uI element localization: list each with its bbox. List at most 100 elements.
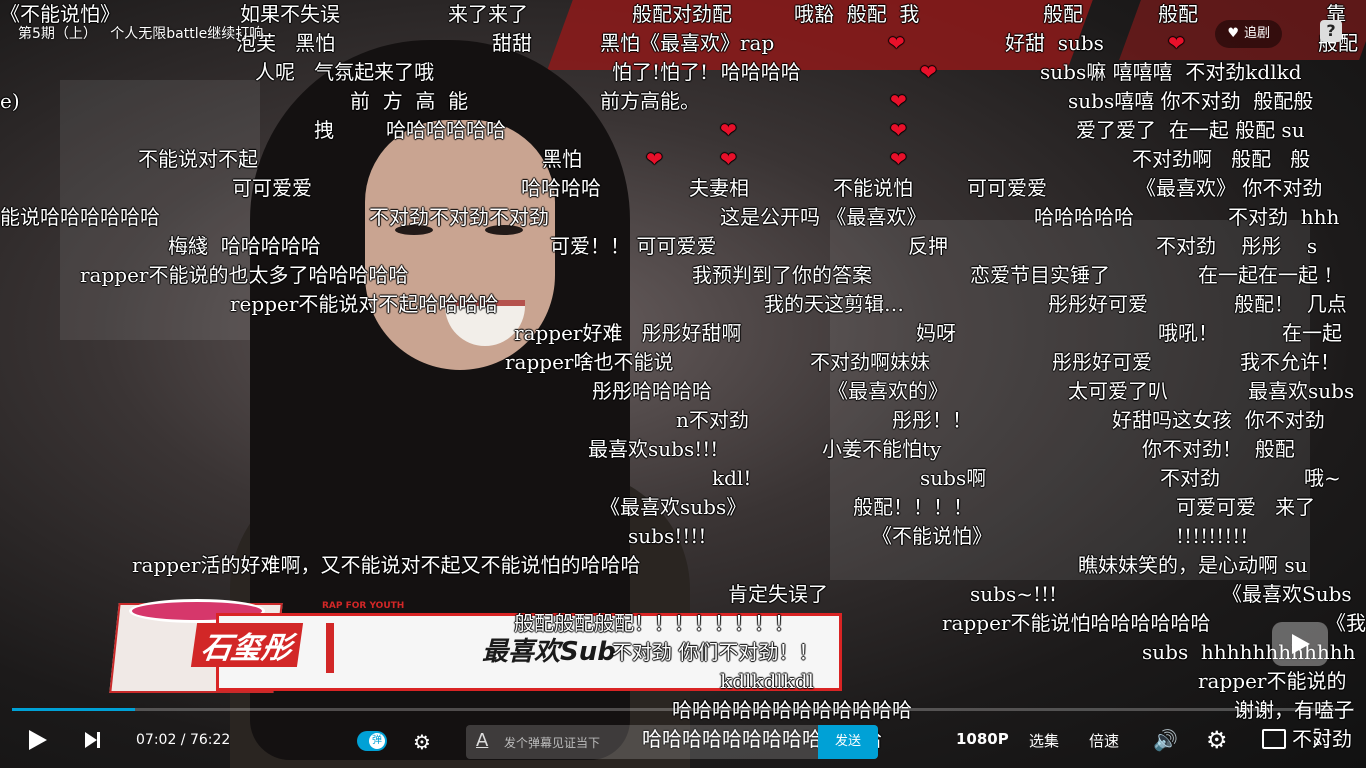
danmaku-style-icon[interactable]: A [476, 730, 488, 751]
danmaku-comment: repper不能说对不起哈哈哈哈 [230, 292, 499, 316]
danmaku-comment: 这是公开吗 《最喜欢》 [720, 205, 927, 229]
danmaku-comment: subs嘻嘻 你不对劲 般配般 [1068, 89, 1314, 113]
danmaku-comment: rapper活的好难啊，又不能说对不起又不能说怕的哈哈哈 [132, 553, 641, 577]
danmaku-heart-icon: ❤ [720, 118, 737, 142]
danmaku-comment: 哦~ [1304, 466, 1341, 490]
danmaku-comment: rapper好难 彤彤好甜啊 [514, 321, 742, 345]
follow-series-label: 追剧 [1243, 26, 1270, 41]
danmaku-comment: rapper不能说怕哈哈哈哈哈哈 [942, 611, 1211, 635]
lower-third-song-title: 最喜欢Sub [482, 637, 616, 667]
danmaku-comment: 般配般配般配！！！！！！！！ [514, 611, 794, 635]
danmaku-settings-icon[interactable]: ⚙ [413, 730, 431, 754]
danmaku-comment: !!!!!!!!! [1176, 524, 1249, 548]
danmaku-comment: 不对劲 [1160, 466, 1220, 490]
danmaku-comment: 你不对劲！ 般配 [1142, 437, 1295, 461]
danmaku-comment: 彤彤！！ [892, 408, 972, 432]
danmaku-comment: 最喜欢subs [1248, 379, 1355, 403]
danmaku-comment: rapper不能说的 [1198, 669, 1347, 693]
danmaku-comment: subs!!!! [628, 524, 707, 548]
settings-icon[interactable]: ⚙ [1206, 726, 1228, 754]
danmaku-comment: 小姜不能怕ty [822, 437, 942, 461]
episodes-button[interactable]: 选集 [1029, 730, 1059, 751]
danmaku-comment: 般配对劲配 [632, 2, 732, 26]
danmaku-comment: 不对劲啊妹妹 [810, 350, 930, 374]
danmaku-comment: 最喜欢subs!!! [588, 437, 719, 461]
play-icon[interactable] [29, 730, 47, 750]
danmaku-comment: 哈哈哈哈 [521, 176, 601, 200]
danmaku-comment: 黑怕《最喜欢》rap [600, 31, 775, 55]
help-icon[interactable]: ? [1320, 20, 1342, 42]
danmaku-comment: 《最喜欢Subs [1222, 582, 1352, 606]
danmaku-comment: 在一起 [1282, 321, 1342, 345]
progress-bar[interactable] [12, 708, 1354, 711]
quality-button[interactable]: 1080P [956, 730, 1009, 748]
danmaku-comment: 哈哈哈哈哈哈 [386, 118, 506, 142]
danmaku-comment: 我预判到了你的答案 [692, 263, 872, 287]
danmaku-comment: 般配！ 几点 [1234, 292, 1347, 316]
danmaku-comment: 不对劲 hhh [1228, 205, 1340, 229]
danmaku-comment: 《不能说怕》 [872, 524, 992, 548]
danmaku-comment: e) [0, 89, 20, 113]
danmaku-heart-icon: ❤ [920, 60, 937, 84]
picture-in-picture-icon[interactable] [1262, 729, 1286, 749]
video-player[interactable]: RAP FOR YOUTH 石玺彤 最喜欢Sub 《不能说怕》 如果不失误 来了来了… [0, 0, 1366, 768]
danmaku-comment: 黑怕 [542, 147, 582, 171]
danmaku-comment: 彤彤哈哈哈哈 [592, 379, 712, 403]
danmaku-comment: rapper不能说的也太多了哈哈哈哈哈 [80, 263, 409, 287]
danmaku-comment: 《我 [1326, 611, 1366, 635]
danmaku-comment: 彤彤好可爱 [1052, 350, 1152, 374]
danmaku-comment: 不对劲 你们不对劲！！ [612, 640, 819, 664]
danmaku-comment: 妈呀 [916, 321, 956, 345]
danmaku-comment: kdlkdlkdl [720, 669, 814, 693]
lower-third-name: 石玺彤 [190, 623, 304, 667]
danmaku-comment: 来了来了 [448, 2, 528, 26]
time-current: 07:02 [136, 732, 177, 748]
danmaku-comment: 前 方 高 能 [350, 89, 469, 113]
danmaku-comment: 反押 [908, 234, 948, 258]
danmaku-comment: 我不允许！ [1240, 350, 1340, 374]
fullscreen-icon[interactable]: ⛶ [1314, 726, 1329, 751]
danmaku-comment: 可可爱爱 [967, 176, 1047, 200]
danmaku-comment: 人呢 气氛起来了哦 [255, 60, 435, 84]
danmaku-comment: 不能说怕 [833, 176, 913, 200]
danmaku-toggle[interactable]: 弹 [357, 731, 387, 751]
danmaku-comment: 拽 [314, 118, 334, 142]
danmaku-comment: 甜甜 [492, 31, 532, 55]
next-episode-icon[interactable] [85, 732, 101, 748]
danmaku-comment: 肯定失误了 [728, 582, 828, 606]
progress-bar-fill [12, 708, 136, 711]
time-separator: / [176, 732, 190, 748]
side-play-icon[interactable] [1272, 622, 1328, 666]
danmaku-comment: 可爱可爱 来了 [1176, 495, 1316, 519]
danmaku-heart-icon: ❤ [888, 31, 905, 55]
volume-icon[interactable]: 🔊 [1153, 728, 1178, 752]
danmaku-comment: 《最喜欢subs》 [600, 495, 747, 519]
danmaku-comment: 可可爱爱 [232, 176, 312, 200]
danmaku-comment: subs嘛 嘻嘻嘻 不对劲kdlkd [1040, 60, 1302, 84]
danmaku-comment: 怕了!怕了! 哈哈哈哈 [612, 60, 801, 84]
danmaku-comment: 般配！！！！ [853, 495, 973, 519]
danmaku-comment: 彤彤好可爱 [1048, 292, 1148, 316]
danmaku-comment: 不能说对不起 [138, 147, 258, 171]
danmaku-comment: 哦豁 般配 我 [794, 2, 920, 26]
danmaku-heart-icon: ❤ [890, 147, 907, 171]
time-display: 07:02 / 76:22 [136, 732, 230, 748]
lower-third-accent-bar [326, 623, 334, 673]
player-controls: 07:02 / 76:22 弹 ⚙ A 发送 1080P 选集 倍速 🔊 ⚙ ⛶ [0, 715, 1366, 768]
danmaku-comment: subs~!!! [970, 582, 1058, 606]
time-total: 76:22 [189, 732, 231, 748]
danmaku-heart-icon: ❤ [890, 89, 907, 113]
send-danmaku-button[interactable]: 发送 [818, 725, 878, 759]
follow-series-button[interactable]: ♥ 追剧 [1215, 20, 1282, 48]
speed-button[interactable]: 倍速 [1089, 730, 1119, 751]
danmaku-comment: kdl! [712, 466, 752, 490]
danmaku-comment: subs啊 [920, 466, 987, 490]
danmaku-comment: rapper啥也不能说 [505, 350, 674, 374]
danmaku-comment: 好甜吗这女孩 你不对劲 [1112, 408, 1325, 432]
danmaku-comment: 恋爱节目实锤了 [970, 263, 1110, 287]
danmaku-input[interactable] [502, 731, 806, 755]
danmaku-input-bar: A 发送 [466, 725, 878, 759]
danmaku-heart-icon: ❤ [646, 147, 663, 171]
heart-icon: ♥ [1227, 26, 1239, 41]
danmaku-heart-icon: ❤ [890, 118, 907, 142]
